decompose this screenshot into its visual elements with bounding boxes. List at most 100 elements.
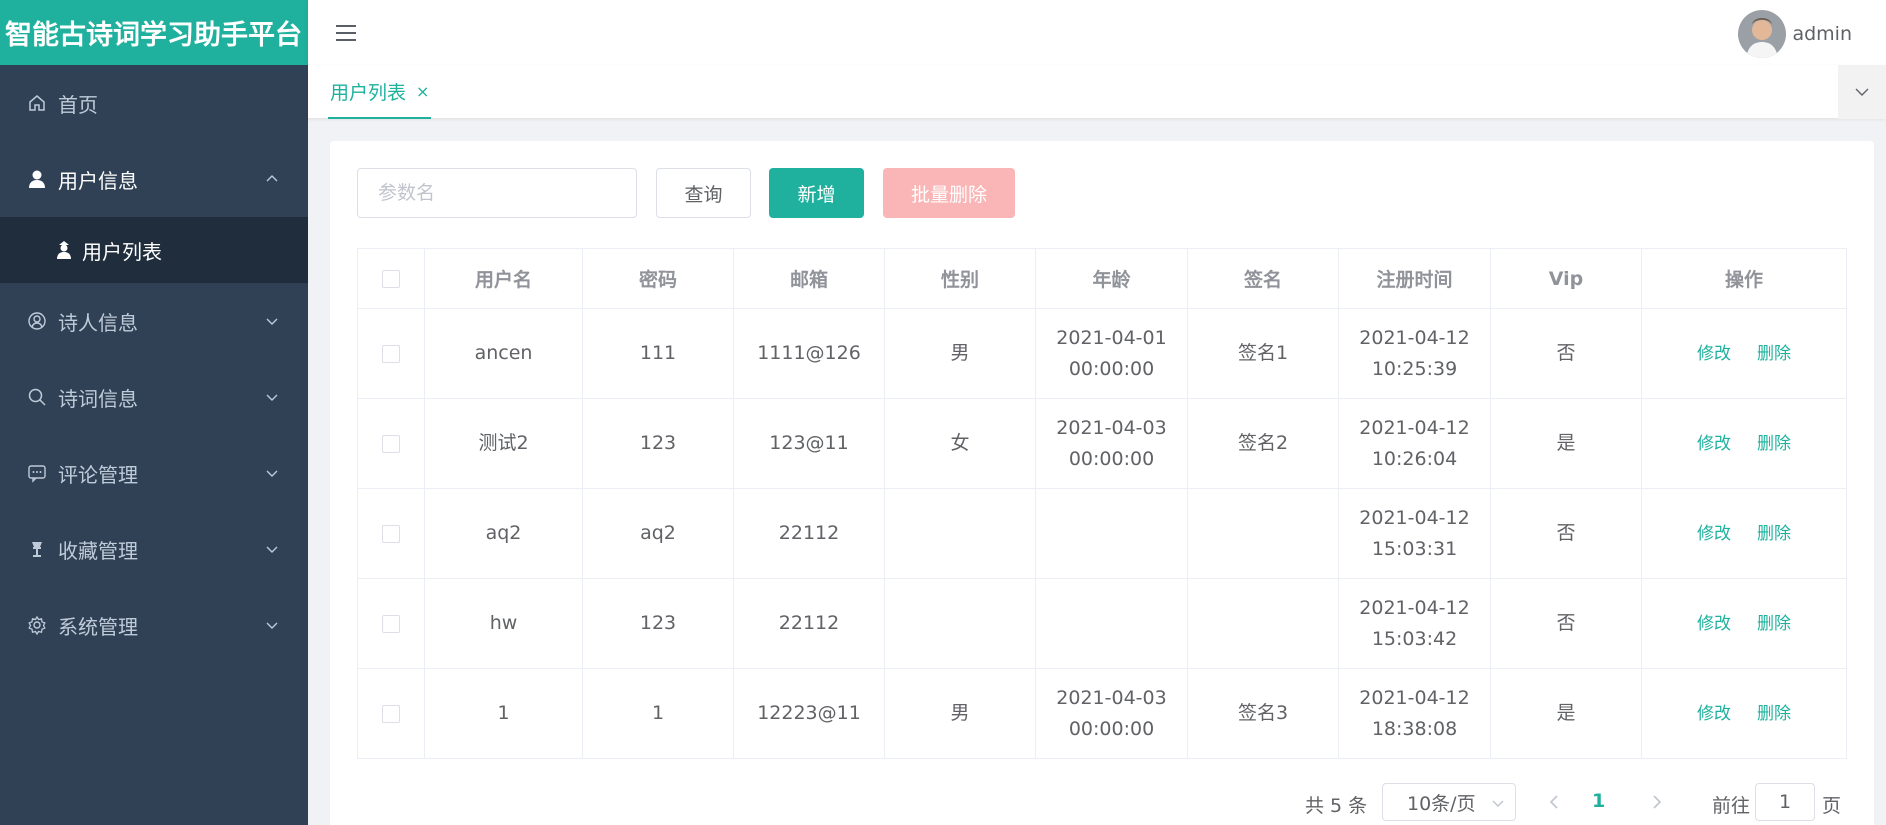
cell-vip: 否 bbox=[1490, 308, 1642, 399]
row-checkbox[interactable] bbox=[382, 704, 400, 723]
top-header: admin bbox=[308, 0, 1886, 65]
page-suffix: 页 bbox=[1822, 795, 1842, 817]
current-page-number[interactable]: 1 bbox=[1592, 790, 1605, 812]
chevron-down-icon bbox=[266, 394, 278, 401]
column-header: 密码 bbox=[582, 248, 734, 309]
tab-user-list[interactable]: 用户列表 × bbox=[328, 65, 432, 119]
cell-gender bbox=[884, 488, 1036, 579]
goto-label: 前往 bbox=[1712, 795, 1751, 817]
edit-button[interactable]: 修改 bbox=[1697, 434, 1731, 454]
sidebar-item-poem-info[interactable]: 诗词信息 bbox=[0, 359, 308, 435]
main-card: 查询 新增 批量删除 用户名 密码 邮箱 性别 年龄 签名 注册时间 Vip 操… bbox=[330, 141, 1874, 825]
cell-username: aq2 bbox=[424, 488, 583, 579]
sidebar-item-collection-management[interactable]: 收藏管理 bbox=[0, 511, 308, 587]
avatar bbox=[1738, 10, 1787, 58]
next-page-button[interactable] bbox=[1648, 792, 1666, 812]
username: admin bbox=[1792, 23, 1852, 45]
select-all-checkbox[interactable] bbox=[382, 270, 400, 288]
chevron-down-icon bbox=[266, 622, 278, 629]
cell-vip: 是 bbox=[1490, 668, 1642, 759]
tags-dropdown-button[interactable] bbox=[1838, 65, 1886, 119]
row-checkbox[interactable] bbox=[382, 524, 400, 543]
pagination-total: 共 5 条 bbox=[1305, 795, 1368, 817]
row-checkbox[interactable] bbox=[382, 614, 400, 633]
row-checkbox-cell bbox=[357, 668, 425, 759]
sidebar-item-home[interactable]: 首页 bbox=[0, 65, 308, 141]
row-checkbox-cell bbox=[357, 308, 425, 399]
cell-reg-time: 2021-04-12 15:03:42 bbox=[1338, 578, 1491, 669]
delete-button[interactable]: 删除 bbox=[1757, 704, 1791, 724]
cell-username: 1 bbox=[424, 668, 583, 759]
header-checkbox-cell bbox=[357, 248, 425, 309]
comment-icon bbox=[26, 462, 48, 484]
batch-delete-button[interactable]: 批量删除 bbox=[883, 168, 1015, 218]
search-input[interactable] bbox=[357, 168, 637, 218]
table-row: hw 123 22112 2021-04-12 15:03:42 否 修改 删除 bbox=[357, 578, 1847, 669]
cell-signature: 签名2 bbox=[1187, 398, 1339, 489]
pagination: 共 5 条 10条/页 1 前往 页 bbox=[330, 782, 1874, 822]
column-header: Vip bbox=[1490, 248, 1642, 309]
sidebar-item-label: 用户信息 bbox=[58, 168, 138, 193]
table-header-row: 用户名 密码 邮箱 性别 年龄 签名 注册时间 Vip 操作 bbox=[357, 248, 1847, 309]
cell-actions: 修改 删除 bbox=[1641, 308, 1847, 399]
search-icon bbox=[26, 386, 48, 408]
prev-page-button[interactable] bbox=[1545, 792, 1563, 812]
sidebar-item-label: 首页 bbox=[58, 92, 98, 117]
cell-age bbox=[1035, 488, 1188, 579]
cell-reg-time: 2021-04-12 10:26:04 bbox=[1338, 398, 1491, 489]
cell-actions: 修改 删除 bbox=[1641, 488, 1847, 579]
edit-button[interactable]: 修改 bbox=[1697, 524, 1731, 544]
sidebar-item-comment-management[interactable]: 评论管理 bbox=[0, 435, 308, 511]
page-size-value: 10条/页 bbox=[1407, 792, 1476, 815]
cell-gender: 男 bbox=[884, 308, 1036, 399]
close-icon[interactable]: × bbox=[416, 82, 429, 101]
sidebar-item-system-management[interactable]: 系统管理 bbox=[0, 587, 308, 663]
delete-button[interactable]: 删除 bbox=[1757, 614, 1791, 634]
sidebar-item-user-info[interactable]: 用户信息 bbox=[0, 141, 308, 217]
sidebar-item-user-list[interactable]: 用户列表 bbox=[0, 217, 308, 283]
chevron-down-icon bbox=[266, 318, 278, 325]
cell-email: 123@11 bbox=[733, 398, 885, 489]
cell-age: 2021-04-03 00:00:00 bbox=[1035, 398, 1188, 489]
edit-button[interactable]: 修改 bbox=[1697, 704, 1731, 724]
cell-age: 2021-04-03 00:00:00 bbox=[1035, 668, 1188, 759]
query-button[interactable]: 查询 bbox=[656, 168, 751, 218]
cell-signature: 签名3 bbox=[1187, 668, 1339, 759]
cell-email: 12223@11 bbox=[733, 668, 885, 759]
row-checkbox-cell bbox=[357, 488, 425, 579]
column-header: 邮箱 bbox=[733, 248, 885, 309]
cell-reg-time: 2021-04-12 15:03:31 bbox=[1338, 488, 1491, 579]
cell-password: aq2 bbox=[582, 488, 734, 579]
table-row: 测试2 123 123@11 女 2021-04-03 00:00:00 签名2… bbox=[357, 398, 1847, 489]
cell-reg-time: 2021-04-12 10:25:39 bbox=[1338, 308, 1491, 399]
cell-vip: 否 bbox=[1490, 488, 1642, 579]
page-size-select[interactable]: 10条/页 bbox=[1382, 783, 1516, 821]
cell-password: 123 bbox=[582, 578, 734, 669]
sidebar-item-label: 收藏管理 bbox=[58, 538, 138, 563]
cell-age: 2021-04-01 00:00:00 bbox=[1035, 308, 1188, 399]
sidebar-item-poet-info[interactable]: 诗人信息 bbox=[0, 283, 308, 359]
chevron-down-icon bbox=[266, 546, 278, 553]
delete-button[interactable]: 删除 bbox=[1757, 524, 1791, 544]
cell-vip: 否 bbox=[1490, 578, 1642, 669]
delete-button[interactable]: 删除 bbox=[1757, 434, 1791, 454]
cell-email: 22112 bbox=[733, 488, 885, 579]
tags-view: 用户列表 × bbox=[308, 65, 1886, 119]
user-circle-icon bbox=[26, 310, 48, 332]
user-dropdown[interactable]: admin bbox=[1738, 10, 1852, 58]
cell-email: 22112 bbox=[733, 578, 885, 669]
add-button[interactable]: 新增 bbox=[769, 168, 864, 218]
row-checkbox[interactable] bbox=[382, 434, 400, 453]
chevron-down-icon bbox=[1492, 800, 1504, 807]
sidebar-item-label: 系统管理 bbox=[58, 614, 138, 639]
sidebar: 智能古诗词学习助手平台 首页 用户信息 用户列表 诗人信息 诗词信息 评论管理 … bbox=[0, 0, 308, 825]
edit-button[interactable]: 修改 bbox=[1697, 614, 1731, 634]
delete-button[interactable]: 删除 bbox=[1757, 344, 1791, 364]
cell-gender bbox=[884, 578, 1036, 669]
row-checkbox[interactable] bbox=[382, 344, 400, 363]
submenu-user-info: 用户列表 bbox=[0, 217, 308, 283]
column-header: 年龄 bbox=[1035, 248, 1188, 309]
hamburger-icon[interactable] bbox=[334, 21, 358, 45]
goto-page-input[interactable] bbox=[1755, 783, 1815, 821]
edit-button[interactable]: 修改 bbox=[1697, 344, 1731, 364]
